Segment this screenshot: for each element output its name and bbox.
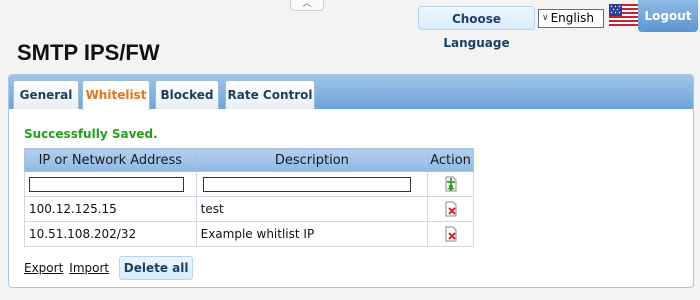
ip-address-input[interactable]	[29, 176, 184, 192]
add-icon[interactable]	[443, 176, 459, 192]
language-select-value: English	[550, 11, 594, 25]
import-link[interactable]: Import	[69, 261, 109, 275]
row-ip: 100.12.125.15	[24, 196, 197, 222]
tab-whitelist[interactable]: Whitelist	[82, 80, 150, 110]
whitelist-table: IP or Network Address Description Action	[24, 148, 474, 247]
description-input[interactable]	[202, 176, 411, 192]
choose-language-button[interactable]: Choose Language	[418, 6, 535, 50]
delete-icon[interactable]	[443, 226, 459, 242]
logout-button[interactable]: Logout	[638, 0, 698, 32]
tab-strip: General Whitelist Blocked Rate Control	[9, 75, 693, 110]
column-header-action: Action	[427, 148, 474, 172]
tab-blocked[interactable]: Blocked	[155, 80, 219, 109]
status-message: Successfully Saved.	[24, 127, 158, 141]
table-row: 100.12.125.15 test	[24, 196, 474, 222]
table-actions: Export Import Delete all	[24, 256, 194, 280]
new-entry-row	[24, 171, 474, 197]
row-description: test	[195, 196, 429, 222]
column-header-ip: IP or Network Address	[24, 148, 197, 172]
language-select[interactable]: ∨ English	[538, 9, 604, 28]
collapse-header-button[interactable]: ︿	[290, 0, 324, 11]
tab-general[interactable]: General	[13, 80, 79, 109]
tab-rate-control[interactable]: Rate Control	[225, 80, 315, 109]
page-title: SMTP IPS/FW	[17, 40, 160, 65]
column-header-description: Description	[195, 148, 429, 172]
row-ip: 10.51.108.202/32	[24, 221, 197, 247]
chevron-down-icon: ∨	[542, 13, 549, 23]
export-link[interactable]: Export	[24, 261, 63, 275]
row-description: Example whitlist IP	[195, 221, 429, 247]
table-row: 10.51.108.202/32 Example whitlist IP	[24, 221, 474, 247]
chevron-up-icon: ︿	[302, 0, 312, 9]
us-flag-icon[interactable]	[609, 4, 639, 26]
delete-icon[interactable]	[443, 201, 459, 217]
table-header-row: IP or Network Address Description Action	[24, 148, 474, 172]
delete-all-button[interactable]: Delete all	[119, 256, 194, 280]
